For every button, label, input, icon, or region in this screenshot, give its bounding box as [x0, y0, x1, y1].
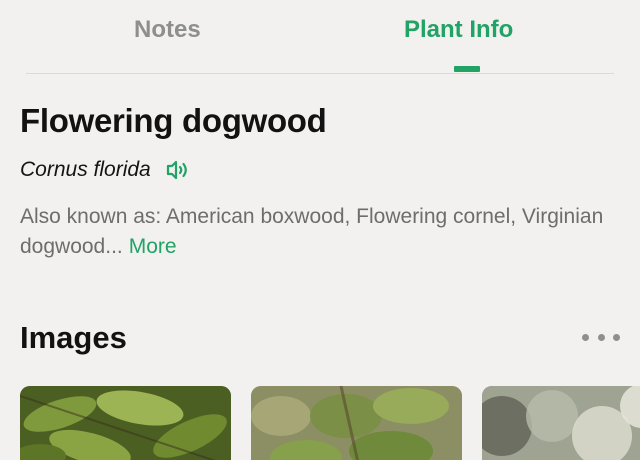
also-known-as-text: Also known as: American boxwood, Floweri…: [20, 205, 604, 258]
speaker-icon[interactable]: [165, 159, 191, 181]
scientific-name-row: Cornus florida: [20, 156, 191, 184]
tab-plant-info[interactable]: Plant Info: [404, 16, 513, 44]
plant-common-name: Flowering dogwood: [20, 102, 327, 139]
more-link[interactable]: More: [129, 235, 177, 258]
images-section-title: Images: [20, 320, 127, 355]
ellipsis-dot: [597, 333, 605, 341]
ellipsis-dot: [613, 333, 620, 341]
tab-bar: Notes Plant Info: [26, 0, 614, 74]
ellipsis-dot: [582, 333, 589, 341]
plant-scientific-name: Cornus florida: [20, 158, 151, 181]
image-thumbnail[interactable]: [20, 386, 231, 460]
image-thumbnail[interactable]: [482, 386, 640, 460]
ellipsis-icon[interactable]: [582, 328, 620, 346]
also-known-as: Also known as: American boxwood, Floweri…: [20, 202, 620, 262]
image-thumbnail[interactable]: [251, 386, 462, 460]
tab-notes[interactable]: Notes: [134, 16, 201, 44]
active-tab-indicator: [454, 66, 480, 72]
